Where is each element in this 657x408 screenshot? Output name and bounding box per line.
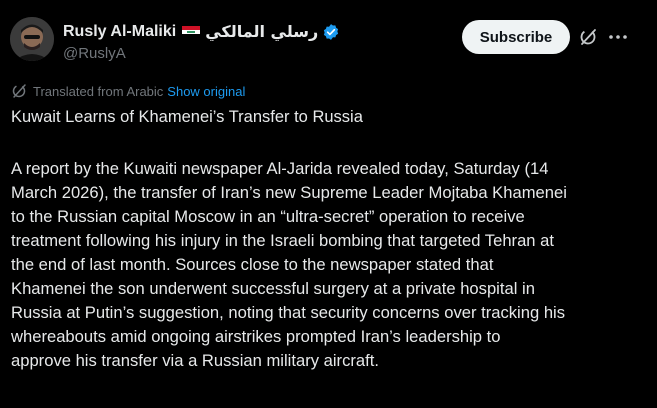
verified-badge-icon[interactable] xyxy=(322,23,340,41)
post-body: A report by the Kuwaiti newspaper Al-Jar… xyxy=(11,157,647,373)
translate-icon xyxy=(11,83,27,99)
tweet-card: Rusly Al-Maliki رسلي المالكي @RuslyA Sub… xyxy=(0,0,657,408)
post-body-line: Russia at Putin’s suggestion, noting tha… xyxy=(11,303,566,322)
grok-icon[interactable] xyxy=(578,27,598,47)
author-name-row: Rusly Al-Maliki رسلي المالكي xyxy=(63,22,340,41)
post-body-line: March 2026), the transfer of Iran’s new … xyxy=(11,183,567,202)
post-body-line: whereabouts amid ongoing airstrikes prom… xyxy=(11,327,501,346)
display-name[interactable]: Rusly Al-Maliki xyxy=(63,23,176,41)
post-body-line: Khamenei the son underwent successful su… xyxy=(11,279,535,298)
post-body-line: approve his transfer via a Russian milit… xyxy=(11,351,379,370)
post-body-line: to the Russian capital Moscow in an “ult… xyxy=(11,207,525,226)
arabic-display-name[interactable]: رسلي المالكي xyxy=(205,22,318,41)
subscribe-button[interactable]: Subscribe xyxy=(462,20,570,54)
more-dots-icon[interactable] xyxy=(607,27,629,47)
post-body-line: treatment following his injury in the Is… xyxy=(11,231,554,250)
post-body-line: A report by the Kuwaiti newspaper Al-Jar… xyxy=(11,159,549,178)
author-handle[interactable]: @RuslyA xyxy=(63,45,126,62)
show-original-link[interactable]: Show original xyxy=(167,84,245,99)
avatar[interactable] xyxy=(10,17,54,61)
post-title: Kuwait Learns of Khamenei’s Transfer to … xyxy=(11,108,363,126)
translation-notice: Translated from Arabic Show original xyxy=(11,83,245,99)
post-body-line: the end of last month. Sources close to … xyxy=(11,255,494,274)
iraq-flag-icon xyxy=(182,25,201,38)
translated-label: Translated from Arabic xyxy=(33,83,164,99)
